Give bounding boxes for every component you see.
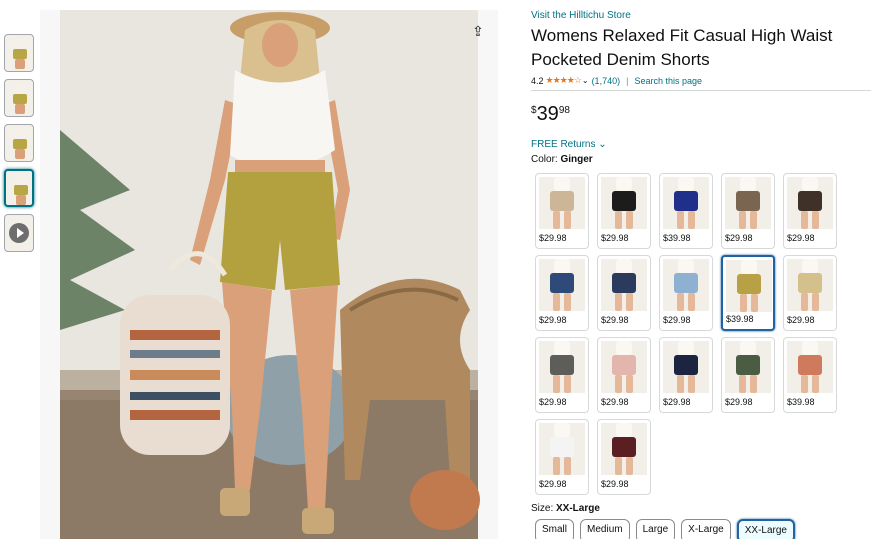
swatch-price: $29.98: [787, 233, 815, 243]
swatch-price: $29.98: [601, 315, 629, 325]
swatch-image: [725, 341, 771, 393]
swatch-price: $29.98: [787, 315, 815, 325]
swatch-price: $29.98: [663, 397, 691, 407]
swatch-image: [725, 177, 771, 229]
price-fraction: 98: [558, 105, 570, 116]
size-option-x-large[interactable]: X-Large: [681, 519, 731, 539]
swatch-price: $29.98: [663, 315, 691, 325]
swatch-price: $29.98: [601, 479, 629, 489]
color-swatch[interactable]: $29.98: [535, 419, 589, 495]
swatch-price: $29.98: [539, 233, 567, 243]
thumbnail-video[interactable]: [4, 214, 34, 252]
swatch-image: [787, 259, 833, 311]
swatch-image: [787, 341, 833, 393]
size-selection-label: Size: XX-Large: [531, 503, 600, 514]
price: $ 39 98: [531, 103, 871, 125]
swatch-image: [726, 260, 772, 312]
product-photo: [60, 10, 480, 539]
main-product-image[interactable]: [40, 10, 498, 539]
color-swatch[interactable]: $29.98: [597, 419, 651, 495]
color-swatch[interactable]: $29.98: [535, 337, 589, 413]
swatch-image: [601, 341, 647, 393]
free-returns-label: FREE Returns: [531, 139, 596, 150]
color-swatch[interactable]: $29.98: [783, 255, 837, 331]
swatch-image: [663, 341, 709, 393]
rating-row: 4.2 ★★★★☆ ⌄ (1,740) | Search this page: [531, 75, 871, 91]
play-icon: [9, 223, 29, 243]
size-options: Small Medium Large X-Large XX-Large: [535, 519, 801, 539]
size-option-small[interactable]: Small: [535, 519, 575, 539]
color-swatch-selected[interactable]: $39.98: [721, 255, 775, 331]
swatch-price: $39.98: [726, 314, 754, 324]
search-this-page-link[interactable]: Search this page: [634, 76, 702, 86]
swatch-image: [663, 177, 709, 229]
swatch-image: [539, 259, 585, 311]
size-option-large[interactable]: Large: [635, 519, 676, 539]
color-value: Ginger: [560, 154, 593, 165]
color-swatch[interactable]: $29.98: [721, 337, 775, 413]
color-label: Color:: [531, 154, 558, 165]
size-option-xx-large[interactable]: XX-Large: [736, 519, 795, 539]
swatch-image: [539, 423, 585, 475]
price-whole: 39: [536, 103, 559, 125]
rating-value: 4.2: [531, 75, 544, 86]
color-swatch[interactable]: $29.98: [535, 173, 589, 249]
color-swatch[interactable]: $29.98: [659, 255, 713, 331]
swatch-image: [539, 341, 585, 393]
color-swatch[interactable]: $29.98: [659, 337, 713, 413]
share-icon[interactable]: ⇪: [468, 21, 488, 41]
size-label: Size:: [531, 503, 554, 514]
color-swatch[interactable]: $29.98: [535, 255, 589, 331]
color-swatch[interactable]: $29.98: [783, 173, 837, 249]
color-swatch[interactable]: $39.98: [659, 173, 713, 249]
swatch-image: [601, 259, 647, 311]
separator: |: [626, 75, 629, 86]
swatch-price: $29.98: [725, 233, 753, 243]
swatch-price: $29.98: [601, 397, 629, 407]
size-option-medium[interactable]: Medium: [580, 519, 630, 539]
color-swatch[interactable]: $29.98: [721, 173, 775, 249]
color-swatch[interactable]: $39.98: [783, 337, 837, 413]
color-swatch[interactable]: $29.98: [597, 255, 651, 331]
thumbnail-image[interactable]: [4, 34, 34, 72]
review-count-link[interactable]: (1,740): [592, 76, 621, 86]
swatch-price: $29.98: [539, 315, 567, 325]
swatch-image: [601, 423, 647, 475]
swatch-image: [601, 177, 647, 229]
swatch-image: [663, 259, 709, 311]
free-returns-link[interactable]: FREE Returns ⌄: [531, 139, 871, 150]
color-swatch[interactable]: $29.98: [597, 173, 651, 249]
product-title: Womens Relaxed Fit Casual High Waist Poc…: [531, 26, 833, 69]
thumbnail-image[interactable]: [4, 79, 34, 117]
color-swatch[interactable]: $29.98: [597, 337, 651, 413]
color-selection-label: Color: Ginger: [531, 154, 871, 165]
chevron-down-icon[interactable]: ⌄: [582, 76, 589, 85]
store-link[interactable]: Visit the Hilltichu Store: [531, 10, 871, 21]
swatch-price: $29.98: [539, 479, 567, 489]
thumbnail-image-selected[interactable]: [4, 169, 34, 207]
chevron-down-icon: ⌄: [598, 139, 607, 150]
swatch-image: [539, 177, 585, 229]
swatch-price: $39.98: [787, 397, 815, 407]
product-info-panel: Visit the Hilltichu Store Womens Relaxed…: [531, 10, 871, 165]
thumbnail-strip: [4, 34, 36, 259]
size-value: XX-Large: [556, 503, 600, 514]
swatch-price: $29.98: [725, 397, 753, 407]
swatch-price: $39.98: [663, 233, 691, 243]
swatch-price: $29.98: [539, 397, 567, 407]
star-rating-icon[interactable]: ★★★★☆: [546, 75, 582, 86]
thumbnail-image[interactable]: [4, 124, 34, 162]
swatch-price: $29.98: [601, 233, 629, 243]
swatch-image: [787, 177, 833, 229]
